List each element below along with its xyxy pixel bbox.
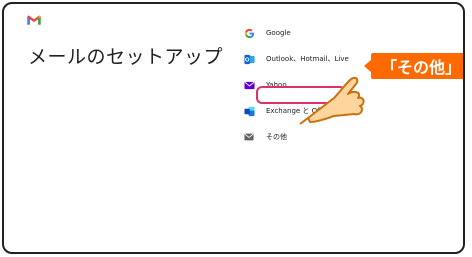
tablet-frame: メールのセットアップ Google Outlook、Hotmail、Live Y… — [2, 2, 465, 254]
other-mail-icon — [242, 130, 256, 144]
pointing-hand-icon — [299, 76, 365, 125]
outlook-icon — [242, 52, 256, 66]
provider-label: Outlook、Hotmail、Live — [266, 55, 349, 63]
google-g-icon — [242, 26, 256, 40]
exchange-office365-icon — [242, 104, 256, 118]
callout-label: 「その他」 — [371, 53, 463, 79]
provider-google[interactable]: Google — [236, 20, 446, 46]
provider-label: その他 — [266, 133, 287, 141]
yahoo-mail-icon — [242, 78, 256, 92]
page-title: メールのセットアップ — [28, 46, 224, 68]
provider-label: Google — [266, 29, 291, 37]
gmail-logo-icon — [27, 15, 41, 25]
home-indicator[interactable] — [195, 252, 285, 254]
